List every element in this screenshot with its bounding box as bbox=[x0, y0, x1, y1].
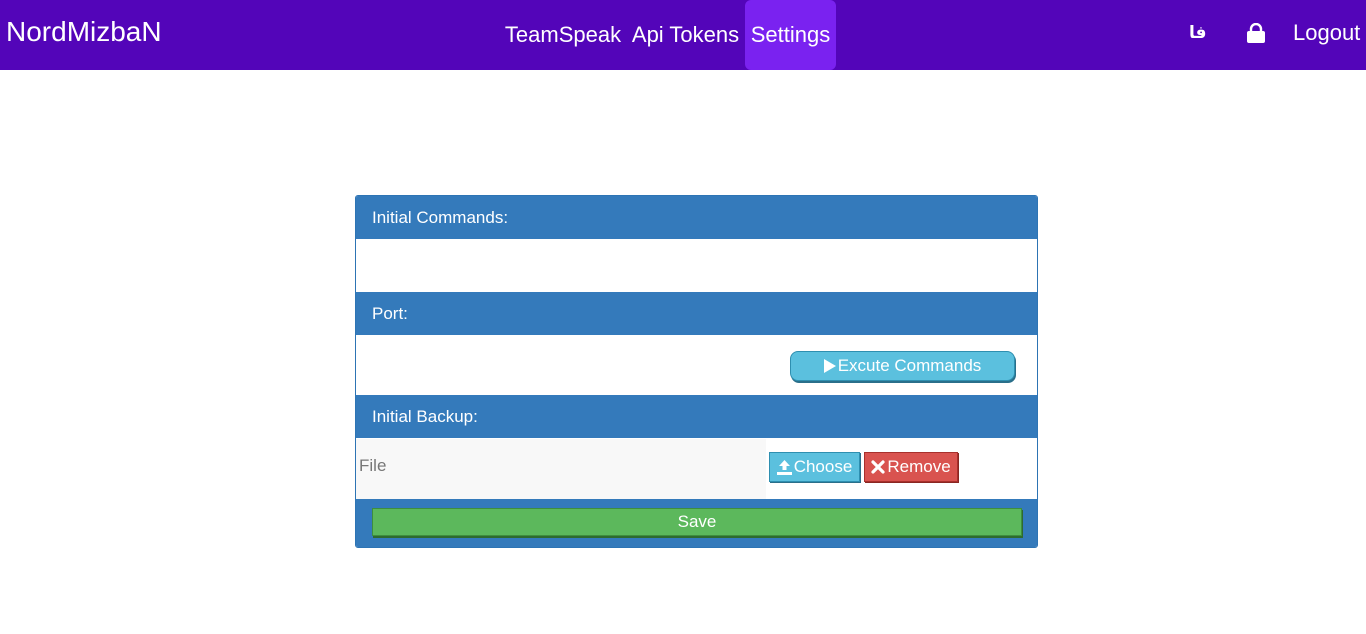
brand-logo[interactable]: NordMizbaN bbox=[6, 14, 162, 50]
play-icon bbox=[823, 359, 836, 373]
initial-backup-label: Initial Backup: bbox=[372, 407, 478, 426]
nav-item-settings[interactable]: Settings bbox=[745, 0, 836, 70]
execute-commands-button[interactable]: Excute Commands bbox=[790, 351, 1015, 381]
nav-item-api-tokens[interactable]: Api Tokens bbox=[628, 0, 743, 70]
file-placeholder: File bbox=[359, 456, 387, 475]
initial-backup-header: Initial Backup: bbox=[356, 395, 1037, 438]
close-icon bbox=[871, 460, 885, 474]
upload-icon bbox=[776, 459, 792, 475]
nav-item-label: Api Tokens bbox=[631, 22, 740, 47]
file-input[interactable] bbox=[356, 439, 766, 499]
port-label: Port: bbox=[372, 304, 408, 323]
execute-commands-label: Excute Commands bbox=[837, 356, 982, 375]
language-label: فا bbox=[1189, 23, 1207, 43]
choose-file-label: Choose bbox=[793, 457, 853, 476]
lock-icon-svg bbox=[1247, 23, 1265, 43]
top-navbar: NordMizbaN TeamSpeak Api Tokens Settings… bbox=[0, 0, 1366, 70]
logout-link[interactable]: Logout bbox=[1293, 0, 1360, 66]
remove-file-label: Remove bbox=[887, 457, 951, 476]
nav-item-label: Settings bbox=[750, 22, 831, 47]
initial-commands-label: Initial Commands: bbox=[372, 208, 509, 227]
save-label: Save bbox=[677, 512, 717, 531]
settings-panel: Initial Commands: Port: Excute Commands … bbox=[355, 195, 1038, 548]
port-header: Port: bbox=[356, 292, 1037, 335]
logout-label: Logout bbox=[1293, 20, 1361, 45]
initial-commands-header: Initial Commands: bbox=[356, 196, 1037, 239]
remove-file-button[interactable]: Remove bbox=[864, 452, 958, 482]
nav-item-teamspeak[interactable]: TeamSpeak bbox=[502, 0, 624, 70]
choose-file-button[interactable]: Choose bbox=[769, 452, 860, 482]
save-button[interactable]: Save bbox=[372, 508, 1022, 536]
nav-item-label: TeamSpeak bbox=[504, 22, 622, 47]
lock-icon[interactable] bbox=[1246, 0, 1266, 66]
language-switch[interactable]: فا bbox=[1189, 0, 1207, 66]
